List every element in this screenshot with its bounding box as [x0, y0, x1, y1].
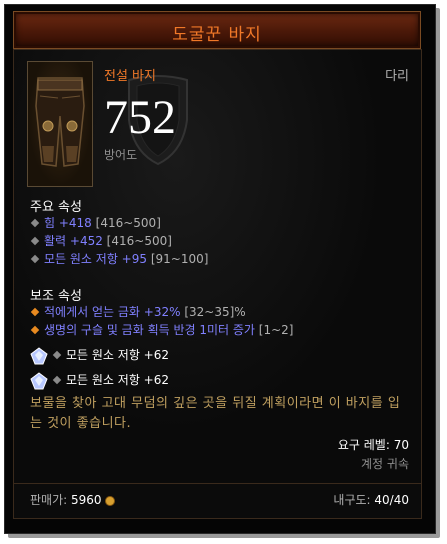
primary-stat: 모든 원소 저항 +95 [91~100]: [30, 250, 208, 267]
item-type: 전설 바지: [104, 69, 156, 84]
bullet-icon: [30, 307, 40, 317]
tooltip-header: 도굴꾼 바지: [13, 11, 421, 49]
bullet-icon: [30, 218, 40, 228]
armor-label: 방어도: [104, 148, 138, 162]
bullet-icon: [30, 325, 40, 335]
gem-icon: [30, 346, 48, 364]
secondary-stat: 생명의 구슬 및 금화 획득 반경 1미터 증가 [1~2]: [30, 321, 294, 338]
durability: 내구도: 40/40: [333, 493, 409, 507]
armor-value: 752: [104, 91, 176, 144]
socket-gem: 모든 원소 저항 +62: [30, 346, 169, 365]
gem-icon: [30, 371, 48, 389]
flavor-text: 보물을 찾아 고대 무덤의 깊은 곳을 뒤질 계획이라면 이 바지를 입는 것이…: [30, 396, 401, 431]
bullet-icon: [52, 375, 62, 385]
account-bound: 계정 귀속: [361, 457, 409, 471]
primary-attributes-title: 주요 속성: [30, 200, 82, 215]
sell-price: 판매가: 5960: [30, 491, 115, 508]
socket-gem: 모든 원소 저항 +62: [30, 371, 169, 390]
bullet-icon: [30, 236, 40, 246]
bullet-icon: [30, 254, 40, 264]
item-slot: 다리: [385, 69, 409, 84]
secondary-attributes-title: 보조 속성: [30, 289, 82, 304]
pants-icon: [35, 77, 85, 167]
item-image-frame: [27, 61, 93, 187]
required-level: 요구 레벨: 70: [337, 438, 409, 452]
item-name: 도굴꾼 바지: [172, 25, 262, 45]
gold-coin-icon: [104, 495, 115, 506]
primary-stat: 활력 +452 [416~500]: [30, 232, 172, 249]
secondary-stat: 적에게서 얻는 금화 +32% [32~35]%: [30, 303, 246, 320]
primary-stat: 힘 +418 [416~500]: [30, 214, 161, 231]
bullet-icon: [52, 350, 62, 360]
